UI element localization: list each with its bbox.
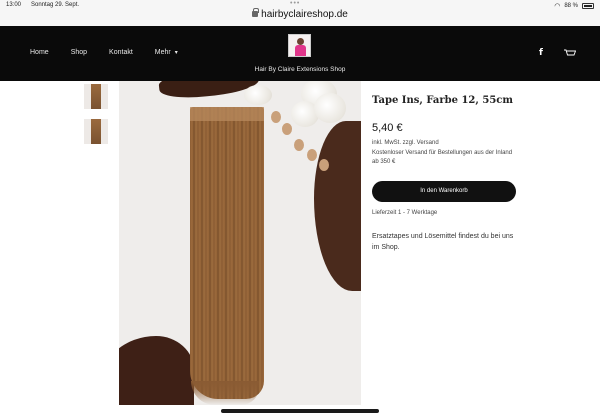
lock-icon	[252, 8, 260, 17]
tax-note[interactable]: inkl. MwSt. zzgl. Versand	[372, 140, 439, 146]
logo-figure-head	[297, 38, 304, 45]
hair-extension-bundle	[190, 107, 264, 399]
product-note: Ersatztapes und Lösemittel findest du be…	[372, 233, 514, 252]
status-date: Sonntag 29. Sept.	[31, 2, 80, 8]
flower-decoration	[314, 93, 346, 123]
battery-percent: 88 %	[564, 3, 578, 9]
hair-extension-tip	[191, 381, 259, 405]
nav-item-shop[interactable]: Shop	[71, 49, 87, 56]
home-indicator[interactable]	[221, 409, 379, 413]
petal-decoration	[307, 149, 317, 161]
add-to-cart-button[interactable]: In den Warenkorb	[372, 181, 516, 202]
multitask-dots[interactable]: •••	[290, 0, 300, 7]
nav-item-kontakt[interactable]: Kontakt	[109, 49, 133, 56]
nav-item-mehr-label: Mehr	[154, 49, 171, 56]
hair-tape-strip	[190, 107, 264, 121]
url-text: hairbyclaireshop.de	[261, 9, 348, 20]
chevron-down-icon: ▾	[174, 50, 178, 56]
petal-decoration	[319, 159, 329, 171]
thumbnail-hair-image	[91, 119, 101, 144]
petal-decoration	[294, 139, 304, 151]
facebook-icon[interactable]: f	[539, 48, 543, 58]
product-main-image[interactable]	[119, 81, 361, 405]
flower-decoration	[244, 85, 272, 105]
wifi-icon: ◠	[554, 3, 561, 10]
petal-decoration	[271, 111, 281, 123]
site-header: Home Shop Kontakt Mehr ▾ Hair By Claire E…	[0, 26, 600, 81]
status-indicators: ◠ 88 %	[554, 2, 594, 10]
logo-figure-body	[295, 45, 306, 56]
site-logo[interactable]	[288, 34, 311, 57]
product-thumbnail-1[interactable]	[84, 84, 108, 109]
main-nav: Home Shop Kontakt Mehr ▾	[30, 49, 200, 56]
delivery-time: Lieferzeit 1 - 7 Werktage	[372, 210, 438, 216]
nav-item-mehr[interactable]: Mehr ▾	[155, 49, 178, 56]
thumbnail-hair-image	[91, 84, 101, 109]
fabric-decoration	[314, 121, 361, 291]
browser-status-bar: 13:00 Sonntag 29. Sept. ••• hairbyclaire…	[0, 0, 600, 26]
shipping-note: Kostenloser Versand für Bestellungen aus…	[372, 150, 513, 166]
product-thumbnail-2[interactable]	[84, 119, 108, 144]
status-time: 13:00	[6, 2, 22, 8]
fabric-decoration	[119, 336, 194, 405]
battery-icon	[582, 3, 594, 9]
product-price: 5,40 €	[372, 122, 403, 134]
address-bar[interactable]: hairbyclaireshop.de	[0, 8, 600, 20]
product-title: Tape Ins, Farbe 12, 55cm	[372, 95, 513, 106]
nav-item-home[interactable]: Home	[30, 49, 49, 56]
site-name[interactable]: Hair By Claire Extensions Shop	[0, 66, 600, 73]
cart-icon[interactable]	[564, 49, 576, 57]
petal-decoration	[282, 123, 292, 135]
